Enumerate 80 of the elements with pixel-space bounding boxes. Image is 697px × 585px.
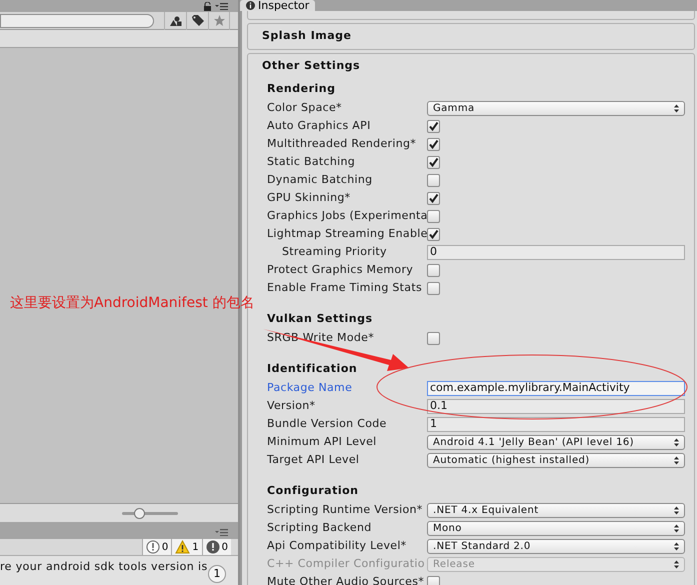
field-label: Version*: [267, 398, 316, 414]
checkbox[interactable]: [427, 156, 440, 168]
field-label: Bundle Version Code: [267, 416, 388, 432]
updown-icon: [674, 104, 679, 112]
checkbox[interactable]: [427, 120, 440, 132]
lock-icon: [204, 2, 211, 10]
field-label: Graphics Jobs (Experimenta: [267, 208, 427, 224]
group-heading: Configuration: [267, 482, 358, 499]
updown-icon: [674, 506, 679, 514]
field-label: Minimum API Level: [267, 434, 378, 450]
checkmark-icon: [428, 120, 439, 132]
text-field[interactable]: com.example.mylibrary.MainActivity: [427, 380, 685, 396]
updown-icon: [674, 542, 679, 550]
text-field[interactable]: 0: [427, 244, 685, 260]
checkbox[interactable]: [427, 576, 440, 585]
dropdown[interactable]: Gamma: [427, 100, 685, 116]
annotation-text: 这里要设置为AndroidManifest 的包名: [10, 296, 254, 310]
field-label: GPU Skinning*: [267, 190, 352, 206]
console-count-toggle[interactable]: 0: [202, 539, 231, 555]
field-label: Mute Other Audio Sources*: [267, 574, 426, 585]
field-label: Enable Frame Timing Stats: [267, 280, 423, 296]
inspector-tab[interactable]: Inspector: [240, 0, 316, 11]
field-label: Api Compatibility Level*: [267, 538, 408, 554]
section-title[interactable]: Splash Image: [262, 28, 352, 45]
updown-icon: [674, 560, 679, 568]
slider-thumb[interactable]: [134, 508, 145, 518]
checkmark-icon: [428, 192, 439, 204]
checkbox[interactable]: [427, 332, 440, 344]
star-icon: [214, 15, 224, 26]
checkbox[interactable]: [427, 174, 440, 186]
dropdown[interactable]: Android 4.1 'Jelly Bean' (API level 16): [427, 434, 685, 450]
warning-icon: [175, 540, 190, 554]
updown-icon: [674, 438, 679, 446]
checkbox[interactable]: [427, 138, 440, 150]
updown-icon: [674, 456, 679, 464]
field-label: C++ Compiler Configuratio: [267, 556, 426, 572]
field-label: Static Batching: [267, 154, 356, 170]
group-heading: Vulkan Settings: [267, 310, 373, 327]
field-label: Streaming Priority: [282, 244, 388, 260]
field-label: Package Name: [267, 380, 354, 396]
checkmark-icon: [428, 228, 439, 240]
console-count-toggle[interactable]: 1: [171, 539, 202, 555]
field-label: SRGB Write Mode*: [267, 330, 376, 346]
text-field[interactable]: 0.1: [427, 398, 685, 414]
dropdown[interactable]: Automatic (highest installed): [427, 452, 685, 468]
field-label: Color Space*: [267, 100, 343, 116]
shapes-icon: [170, 16, 182, 26]
checkbox[interactable]: [427, 264, 440, 276]
search-field[interactable]: [0, 14, 154, 28]
dropdown[interactable]: Mono: [427, 520, 685, 536]
checkbox[interactable]: [427, 192, 440, 204]
checkbox[interactable]: [427, 228, 440, 240]
menu-icon: [215, 529, 228, 536]
field-label: Multithreaded Rendering*: [267, 136, 418, 152]
field-label: Scripting Backend: [267, 520, 373, 536]
info-icon: [246, 1, 255, 10]
info-icon: [146, 540, 160, 554]
count-badge: 1: [208, 565, 226, 583]
field-label: Protect Graphics Memory: [267, 262, 414, 278]
dropdown[interactable]: .NET 4.x Equivalent: [427, 502, 685, 518]
console-message: re your android sdk tools version is: [0, 559, 208, 575]
checkbox[interactable]: [427, 282, 440, 294]
field-label: Dynamic Batching: [267, 172, 374, 188]
field-label: Scripting Runtime Version*: [267, 502, 424, 518]
field-label: Target API Level: [267, 452, 360, 468]
field-label: Auto Graphics API: [267, 118, 372, 134]
group-heading: Identification: [267, 360, 358, 377]
tag-icon: [192, 15, 204, 26]
section-title[interactable]: Other Settings: [262, 58, 360, 75]
error-icon: [206, 540, 220, 554]
field-label: Lightmap Streaming Enable: [267, 226, 427, 242]
updown-icon: [674, 524, 679, 532]
text-field[interactable]: 1: [427, 416, 685, 432]
menu-icon: [215, 2, 228, 10]
checkmark-icon: [428, 156, 439, 168]
console-count-toggle[interactable]: 0: [142, 539, 172, 555]
checkbox[interactable]: [427, 210, 440, 222]
group-heading: Rendering: [267, 80, 336, 97]
dropdown[interactable]: .NET Standard 2.0: [427, 538, 685, 554]
checkmark-icon: [428, 138, 439, 150]
